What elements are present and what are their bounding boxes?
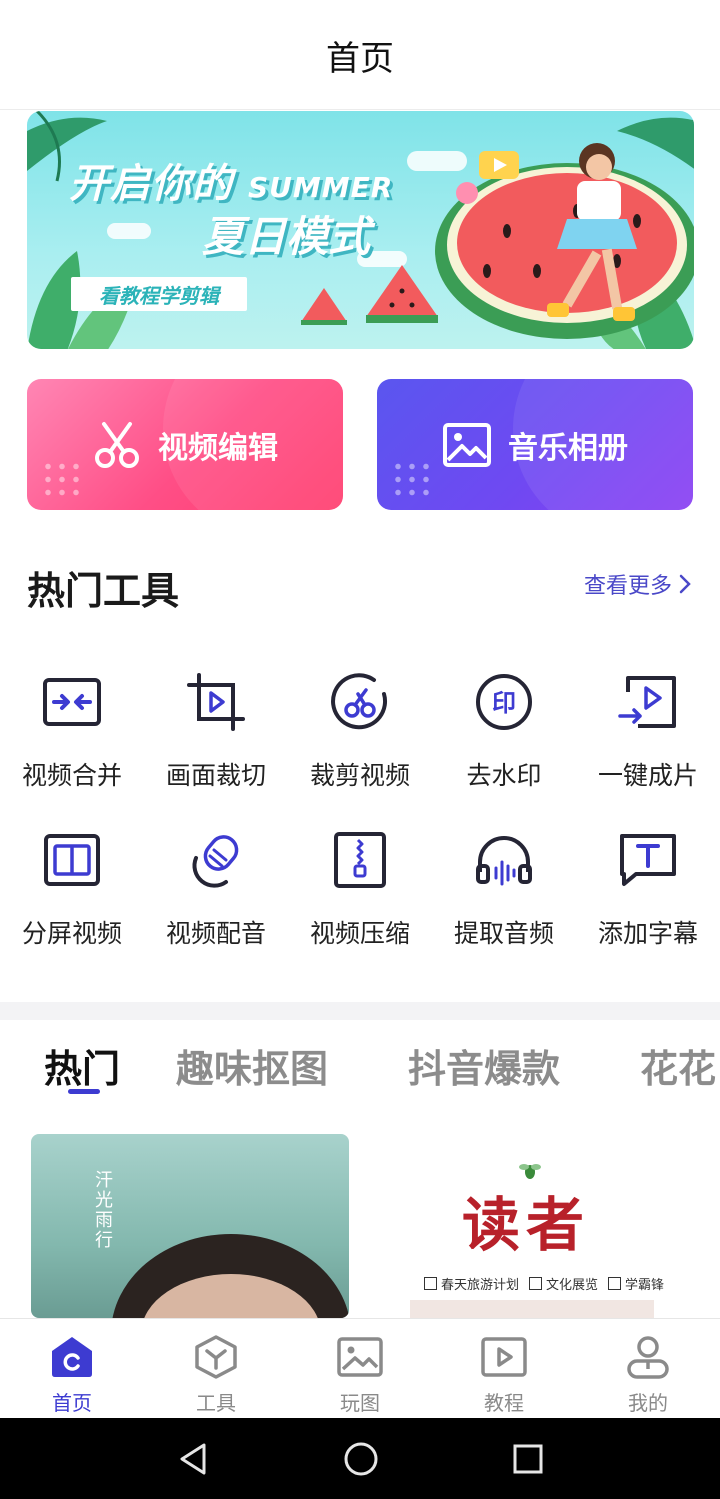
section-divider [0, 1002, 720, 1020]
tools-icon [195, 1335, 237, 1379]
promo-banner[interactable]: 开启你的 SUMMER 夏日模式 看教程学剪辑 [27, 111, 694, 349]
watermelon-slice-icon [301, 288, 347, 325]
banner-subheadline: 夏日模式 [202, 212, 371, 261]
one-click-icon [618, 676, 676, 728]
bee-logo-icon [519, 1164, 541, 1179]
tab-douyin-hits[interactable]: 抖音爆款 [408, 1038, 560, 1093]
headphones-icon [476, 836, 532, 886]
bottom-navigation: 首页 工具 玩图 教程 我的 [0, 1318, 720, 1418]
tool-label: 分屏视频 [21, 919, 122, 948]
hot-tools-title: 热门工具 [27, 569, 180, 613]
tool-remove-watermark[interactable]: 印 去水印 [432, 670, 576, 792]
image-icon [443, 422, 491, 467]
crop-icon [187, 673, 245, 731]
cloud-decoration [107, 223, 151, 239]
reader-option: 春天旅游计划 [424, 1274, 519, 1293]
nav-label: 我的 [628, 1391, 668, 1415]
subtitle-icon [620, 834, 676, 886]
reader-option: 文化展览 [529, 1274, 598, 1293]
tab-hot[interactable]: 热门 [44, 1038, 120, 1093]
page-title: 首页 [326, 39, 394, 79]
tab-fun-cutout[interactable]: 趣味抠图 [176, 1038, 328, 1093]
feed-card-reader[interactable]: 读者 春天旅游计划 文化展览 学霸锋 [378, 1134, 696, 1318]
portrait-caption: 汗光雨行 [92, 1170, 113, 1250]
cut-video-icon [331, 673, 388, 730]
reader-option: 学霸锋 [608, 1274, 664, 1293]
nav-gallery[interactable]: 玩图 [288, 1319, 432, 1418]
nav-tools[interactable]: 工具 [144, 1319, 288, 1418]
banner-headline-en: SUMMER [247, 171, 394, 204]
svg-text:印: 印 [492, 689, 516, 717]
tool-label: 视频配音 [165, 919, 266, 948]
view-more-link[interactable]: 查看更多 [584, 568, 692, 600]
tool-extract-audio[interactable]: 提取音频 [432, 828, 576, 950]
nav-label: 首页 [52, 1391, 92, 1415]
dubbing-icon [192, 835, 239, 888]
banner-headline: 开启你的 SUMMER [69, 151, 393, 209]
tool-video-merge[interactable]: 视频合并 [0, 670, 144, 792]
top-bar: 首页 [0, 0, 720, 110]
tool-label: 画面裁切 [165, 761, 266, 790]
watermelon-slice-icon [366, 265, 438, 323]
tools-grid: 视频合并 画面裁切 裁剪视频 印 去水印 一键成片 分屏视频 视频配音 视频压缩… [0, 670, 720, 950]
watermelon-illustration [435, 143, 694, 339]
watermark-icon: 印 [476, 674, 532, 730]
profile-icon [627, 1336, 669, 1379]
banner-cta-button[interactable]: 看教程学剪辑 [71, 277, 247, 311]
reader-options: 春天旅游计划 文化展览 学霸锋 [424, 1274, 664, 1293]
home-icon [52, 1337, 92, 1377]
system-nav-bar [0, 1418, 720, 1499]
tab-huahua[interactable]: 花花 [640, 1038, 716, 1093]
card-glow-decoration [513, 379, 693, 510]
nav-home[interactable]: 首页 [0, 1319, 144, 1418]
chevron-right-icon [679, 574, 691, 594]
card-glow-decoration [163, 379, 343, 510]
tool-compress[interactable]: 视频压缩 [288, 828, 432, 950]
tool-cut-video[interactable]: 裁剪视频 [288, 670, 432, 792]
video-edit-card[interactable]: 视频编辑 [27, 379, 343, 510]
compress-icon [334, 832, 386, 888]
dots-decoration [41, 460, 85, 496]
tool-label: 提取音频 [453, 919, 554, 948]
recents-icon[interactable] [512, 1443, 544, 1475]
tool-label: 添加字幕 [597, 919, 698, 948]
tool-label: 裁剪视频 [309, 761, 410, 790]
tool-crop[interactable]: 画面裁切 [144, 670, 288, 792]
dots-decoration [391, 460, 435, 496]
merge-icon [43, 678, 101, 726]
reader-logo: 读者 [462, 1191, 591, 1259]
home-circle-icon[interactable] [343, 1441, 379, 1477]
gallery-icon [337, 1337, 383, 1377]
nav-profile[interactable]: 我的 [576, 1319, 720, 1418]
tool-one-click[interactable]: 一键成片 [576, 670, 720, 792]
nav-tutorial[interactable]: 教程 [432, 1319, 576, 1418]
tool-dubbing[interactable]: 视频配音 [144, 828, 288, 950]
nav-label: 教程 [484, 1391, 524, 1415]
tool-label: 视频合并 [21, 761, 122, 790]
tool-label: 视频压缩 [309, 919, 410, 948]
banner-headline-cn: 开启你的 [69, 161, 233, 207]
reader-image-strip [410, 1300, 654, 1318]
tutorial-icon [481, 1337, 527, 1377]
nav-label: 玩图 [340, 1391, 380, 1415]
music-album-card[interactable]: 音乐相册 [377, 379, 693, 510]
active-tab-indicator [68, 1089, 100, 1094]
scissors-icon [95, 421, 139, 468]
split-screen-icon [44, 834, 100, 886]
tool-label: 去水印 [466, 761, 542, 790]
back-icon[interactable] [176, 1441, 210, 1477]
tool-split-screen[interactable]: 分屏视频 [0, 828, 144, 950]
tool-add-subtitle[interactable]: 添加字幕 [576, 828, 720, 950]
feed-card-portrait[interactable]: 汗光雨行 [31, 1134, 349, 1318]
view-more-label: 查看更多 [583, 574, 672, 599]
nav-label: 工具 [196, 1391, 236, 1415]
category-tabs: 热门 趣味抠图 抖音爆款 花花 [0, 1030, 720, 1100]
tool-label: 一键成片 [597, 761, 698, 790]
